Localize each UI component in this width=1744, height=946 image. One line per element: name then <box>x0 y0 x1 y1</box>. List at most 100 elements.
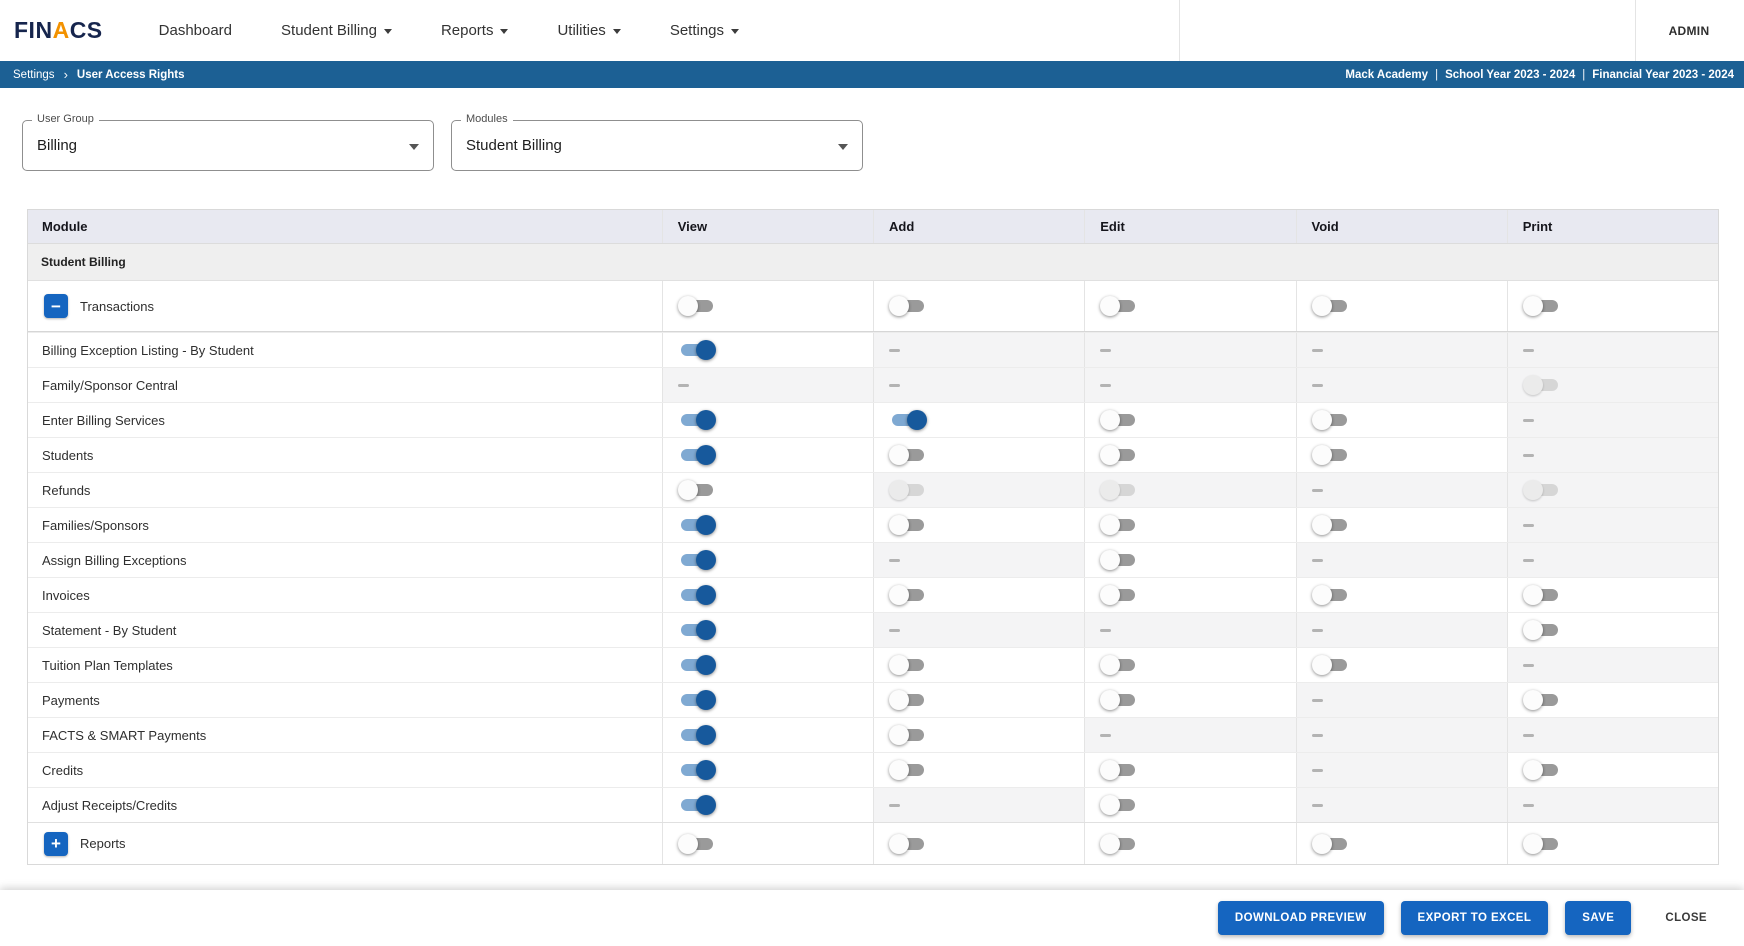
toggle-view-credits[interactable] <box>678 760 716 781</box>
toggle-thumb <box>1100 296 1121 316</box>
disabled-dash <box>1522 558 1534 562</box>
toggle-edit-tuition-plan-templates[interactable] <box>1100 655 1138 676</box>
toggle-void-students[interactable] <box>1311 445 1350 466</box>
nav-item-student-billing[interactable]: Student Billing <box>281 22 392 39</box>
toggle-view-adjust-receipts-credits[interactable] <box>678 795 716 816</box>
toggle-add-invoices[interactable] <box>889 585 927 606</box>
toggle-print-reports[interactable] <box>1522 833 1561 854</box>
cell-view <box>661 788 873 822</box>
download-preview-button[interactable]: DOWNLOAD PREVIEW <box>1217 901 1384 935</box>
save-button[interactable]: SAVE <box>1565 901 1632 935</box>
permission-name: Tuition Plan Templates <box>42 657 173 673</box>
toggle-add-credits[interactable] <box>889 760 927 781</box>
toggle-add-payments[interactable] <box>889 690 927 711</box>
nav-item-utilities[interactable]: Utilities <box>557 22 621 39</box>
toggle-void-reports[interactable] <box>1311 833 1350 854</box>
toggle-thumb <box>889 296 909 316</box>
toggle-add-enter-billing-services[interactable] <box>889 410 927 431</box>
toggle-print-transactions[interactable] <box>1522 296 1561 317</box>
table-header-row: Module View Add Edit Void Print <box>28 210 1718 243</box>
export-to-excel-button[interactable]: EXPORT TO EXCEL <box>1400 901 1549 935</box>
collapse-button[interactable]: − <box>44 294 68 318</box>
toggle-void-tuition-plan-templates[interactable] <box>1311 655 1350 676</box>
logo-text: FIN <box>14 17 53 43</box>
toggle-edit-refunds[interactable] <box>1100 480 1138 501</box>
toggle-add-students[interactable] <box>889 445 927 466</box>
user-group-label: User Group <box>32 113 99 125</box>
cell-add <box>873 578 1084 612</box>
nav-item-dashboard[interactable]: Dashboard <box>159 22 232 39</box>
toggle-edit-adjust-receipts-credits[interactable] <box>1100 795 1138 816</box>
toggle-void-transactions[interactable] <box>1311 296 1350 317</box>
admin-user-menu[interactable]: ADMIN <box>1635 24 1743 38</box>
toggle-view-reports[interactable] <box>677 833 716 854</box>
cell-add <box>873 438 1084 472</box>
toggle-print-refunds[interactable] <box>1522 480 1561 501</box>
disabled-dash <box>889 348 900 352</box>
disabled-dash <box>889 803 900 807</box>
toggle-add-reports[interactable] <box>889 833 927 854</box>
toggle-add-transactions[interactable] <box>889 296 927 317</box>
toggle-add-families-sponsors[interactable] <box>889 515 927 536</box>
toggle-add-tuition-plan-templates[interactable] <box>889 655 927 676</box>
toggle-add-refunds[interactable] <box>889 480 927 501</box>
cell-add <box>873 718 1084 752</box>
toggle-view-students[interactable] <box>678 445 716 466</box>
permission-name: FACTS & SMART Payments <box>42 727 207 743</box>
toggle-add-facts-smart-payments[interactable] <box>889 725 927 746</box>
toggle-view-tuition-plan-templates[interactable] <box>678 655 716 676</box>
toggle-edit-assign-billing-exceptions[interactable] <box>1100 550 1138 571</box>
user-group-select[interactable]: User Group Billing <box>22 113 434 171</box>
nav-item-settings[interactable]: Settings <box>670 22 740 39</box>
expand-button[interactable]: + <box>44 831 68 856</box>
toggle-thumb <box>1522 296 1543 316</box>
toggle-view-assign-billing-exceptions[interactable] <box>678 550 716 571</box>
toggle-thumb <box>889 585 909 605</box>
cell-print <box>1506 543 1718 577</box>
toggle-edit-students[interactable] <box>1100 445 1138 466</box>
cell-edit <box>1084 403 1295 437</box>
toggle-edit-reports[interactable] <box>1100 833 1138 854</box>
toggle-thumb <box>1100 445 1121 465</box>
toggle-edit-families-sponsors[interactable] <box>1100 515 1138 536</box>
toggle-edit-transactions[interactable] <box>1100 296 1138 317</box>
toggle-view-invoices[interactable] <box>678 585 716 606</box>
toggle-edit-enter-billing-services[interactable] <box>1100 410 1138 431</box>
toggle-thumb <box>1100 655 1121 675</box>
toggle-view-families-sponsors[interactable] <box>678 515 716 536</box>
toggle-view-statement-by-student[interactable] <box>678 620 716 641</box>
toggle-view-enter-billing-services[interactable] <box>678 410 716 431</box>
toggle-print-credits[interactable] <box>1522 760 1561 781</box>
toggle-view-transactions[interactable] <box>677 296 716 317</box>
section-name-cell: − Transactions <box>28 281 662 331</box>
toggle-edit-credits[interactable] <box>1100 760 1138 781</box>
cell-add <box>873 281 1084 331</box>
toggle-print-invoices[interactable] <box>1522 585 1561 606</box>
modules-label: Modules <box>461 113 513 125</box>
cell-void <box>1295 753 1507 787</box>
toggle-void-families-sponsors[interactable] <box>1311 515 1350 536</box>
chevron-down-icon <box>409 143 419 150</box>
toggle-thumb <box>1100 760 1121 780</box>
toggle-view-billing-exception-listing-by-student[interactable] <box>678 340 716 361</box>
toggle-void-invoices[interactable] <box>1311 585 1350 606</box>
nav-item-reports[interactable]: Reports <box>441 22 509 39</box>
toggle-view-facts-smart-payments[interactable] <box>678 725 716 746</box>
cell-edit <box>1084 368 1296 402</box>
disabled-dash <box>1100 628 1112 632</box>
toggle-void-enter-billing-services[interactable] <box>1311 410 1350 431</box>
toggle-view-payments[interactable] <box>678 690 716 711</box>
toggle-view-refunds[interactable] <box>677 480 716 501</box>
breadcrumb-item-settings[interactable]: Settings <box>13 69 55 81</box>
section-label: Transactions <box>80 298 154 314</box>
toggle-print-family-sponsor-central[interactable] <box>1522 375 1561 396</box>
close-button[interactable]: CLOSE <box>1648 901 1724 935</box>
toggle-print-statement-by-student[interactable] <box>1522 620 1561 641</box>
toggle-edit-invoices[interactable] <box>1100 585 1138 606</box>
toggle-thumb <box>695 550 716 570</box>
permission-name: Students <box>42 447 94 463</box>
toggle-edit-payments[interactable] <box>1100 690 1138 711</box>
toggle-print-payments[interactable] <box>1522 690 1561 711</box>
modules-select[interactable]: Modules Student Billing <box>451 113 863 171</box>
permission-name: Family/Sponsor Central <box>42 377 178 393</box>
